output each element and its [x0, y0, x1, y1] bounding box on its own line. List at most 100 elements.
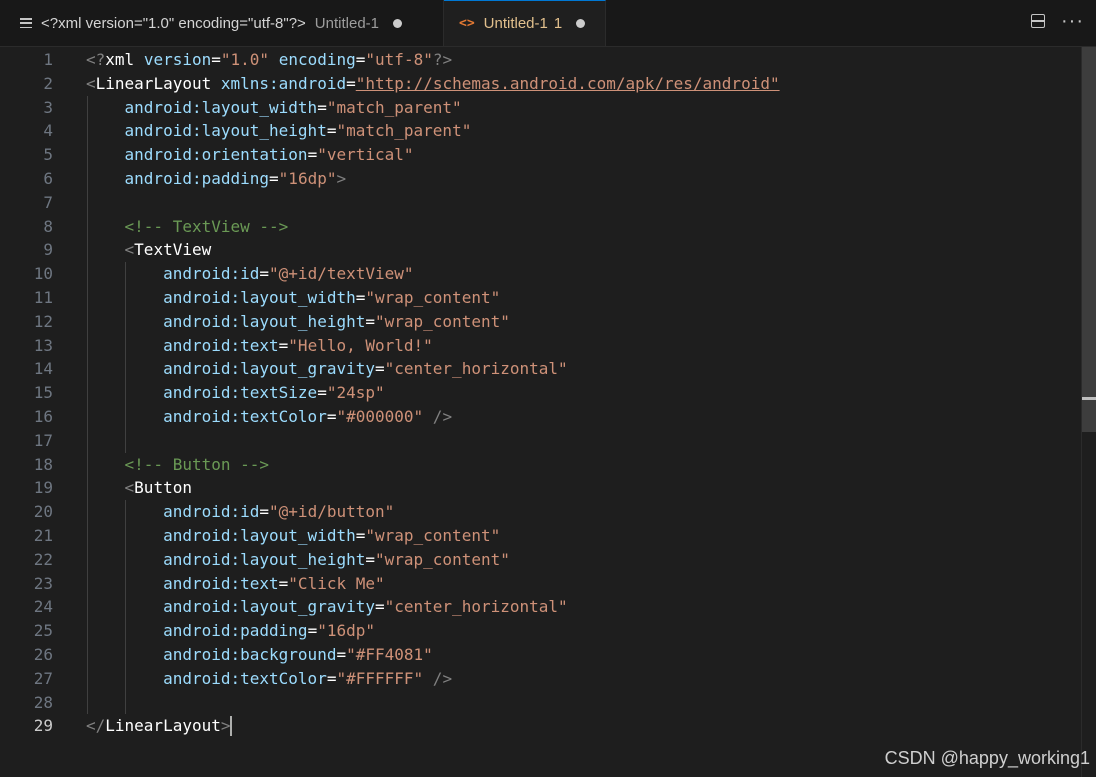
indent-guide [87, 95, 88, 715]
line-number: 19 [33, 478, 53, 498]
line-number: 12 [33, 311, 53, 331]
code-line[interactable]: 28 [0, 691, 1080, 715]
line-number: 3 [43, 97, 53, 117]
code-text: <TextView [124, 240, 212, 260]
code-line[interactable]: 5 android:orientation="vertical" [0, 143, 1080, 167]
code-text: <LinearLayout xmlns:android="http://sche… [86, 73, 780, 93]
code-line[interactable]: 12 android:layout_height="wrap_content" [0, 310, 1080, 334]
code-line[interactable]: 10 android:id="@+id/textView" [0, 262, 1080, 286]
tab-description: Untitled-1 [314, 14, 379, 32]
line-number: 18 [33, 454, 53, 474]
code-text: android:id="@+id/button" [163, 502, 395, 522]
line-number: 4 [43, 121, 53, 141]
line-number: 8 [43, 216, 53, 236]
line-number: 17 [33, 430, 53, 450]
code-line[interactable]: 17 [0, 429, 1080, 453]
code-line[interactable]: 18 <!-- Button --> [0, 453, 1080, 477]
code-text: android:layout_height="match_parent" [124, 121, 472, 141]
tab-label: <?xml version="1.0" encoding="utf-8"?> [41, 14, 306, 32]
code-line[interactable]: 14 android:layout_gravity="center_horizo… [0, 357, 1080, 381]
code-text: android:layout_gravity="center_horizonta… [163, 597, 568, 617]
code-text: android:id="@+id/textView" [163, 264, 414, 284]
code-line[interactable]: 15 android:textSize="24sp" [0, 381, 1080, 405]
line-number: 25 [33, 621, 53, 641]
tab-untitled-1[interactable]: <> Untitled-1 1 [444, 0, 606, 46]
unsaved-dot-icon[interactable] [393, 18, 402, 28]
unsaved-dot-icon[interactable] [576, 19, 586, 28]
code-line[interactable]: 9 <TextView [0, 238, 1080, 262]
scrollbar-thumb[interactable] [1082, 47, 1096, 432]
line-number: 5 [43, 145, 53, 165]
line-number: 26 [33, 645, 53, 664]
tab-label: Untitled-1 [483, 15, 548, 32]
code-text: android:layout_height="wrap_content" [163, 549, 510, 569]
code-line[interactable]: 22 android:layout_height="wrap_content" [0, 548, 1080, 572]
code-text: android:layout_width="wrap_content" [163, 288, 501, 307]
line-number: 15 [33, 383, 53, 403]
indent-guide [125, 262, 126, 453]
editor-actions: ··· [1031, 11, 1084, 31]
code-line[interactable]: 3 android:layout_width="match_parent" [0, 96, 1080, 120]
code-text: <?xml version="1.0" encoding="utf-8"?> [86, 50, 453, 69]
xml-icon: <> [459, 16, 475, 31]
problems-count-badge: 1 [553, 15, 563, 32]
code-text: android:orientation="vertical" [124, 145, 414, 165]
code-line[interactable]: 21 android:layout_width="wrap_content" [0, 524, 1080, 548]
line-number: 10 [33, 264, 53, 284]
more-actions-icon[interactable]: ··· [1061, 11, 1084, 31]
line-number: 9 [43, 240, 53, 260]
indent-guide [125, 500, 126, 715]
code-line[interactable]: 26 android:background="#FF4081" [0, 643, 1080, 667]
line-number: 11 [33, 288, 53, 307]
vertical-scrollbar[interactable] [1081, 47, 1096, 777]
code-text: android:layout_width="wrap_content" [163, 526, 501, 545]
code-editor[interactable]: 1 <?xml version="1.0" encoding="utf-8"?> 2… [0, 47, 1096, 777]
watermark: CSDN @happy_working1 [884, 748, 1090, 768]
code-text: android:padding="16dp" [163, 621, 375, 641]
code-text: <!-- Button --> [124, 454, 270, 474]
tab-xml-declaration[interactable]: <?xml version="1.0" encoding="utf-8"?> U… [0, 0, 444, 46]
code-line[interactable]: 11 android:layout_width="wrap_content" [0, 286, 1080, 310]
code-line[interactable]: 13 android:text="Hello, World!" [0, 334, 1080, 358]
code-line[interactable]: 6 android:padding="16dp"> [0, 167, 1080, 191]
line-number: 24 [33, 597, 53, 617]
code-text: android:text="Hello, World!" [163, 335, 433, 355]
code-line[interactable]: 1 <?xml version="1.0" encoding="utf-8"?> [0, 48, 1080, 72]
line-number: 13 [33, 335, 53, 355]
line-number: 20 [33, 502, 53, 522]
code-line[interactable]: 24 android:layout_gravity="center_horizo… [0, 595, 1080, 619]
line-number: 29 [33, 716, 53, 736]
text-cursor [230, 716, 233, 737]
code-text: android:text="Click Me" [163, 573, 385, 593]
line-number: 22 [33, 549, 53, 569]
code-text: android:textColor="#000000" /> [163, 407, 453, 426]
code-line[interactable]: 20 android:id="@+id/button" [0, 500, 1080, 524]
code-text: android:padding="16dp"> [124, 169, 347, 188]
code-text: android:background="#FF4081" [163, 645, 433, 664]
line-number: 2 [43, 73, 53, 93]
code-line[interactable]: 2 <LinearLayout xmlns:android="http://sch… [0, 72, 1080, 96]
code-text: android:textColor="#FFFFFF" /> [163, 668, 453, 688]
code-text: <!-- TextView --> [124, 216, 289, 236]
code-line[interactable]: 27 android:textColor="#FFFFFF" /> [0, 667, 1080, 691]
code-line[interactable]: 7 [0, 191, 1080, 215]
code-text: android:layout_gravity="center_horizonta… [163, 359, 568, 379]
line-number: 6 [43, 169, 53, 188]
code-line[interactable]: 8 <!-- TextView --> [0, 215, 1080, 239]
code-line[interactable]: 19 <Button [0, 476, 1080, 500]
lines-icon [20, 17, 32, 29]
code-text: android:layout_height="wrap_content" [163, 311, 510, 331]
code-line[interactable]: 16 android:textColor="#000000" /> [0, 405, 1080, 429]
code-text: android:textSize="24sp" [163, 383, 385, 403]
line-number: 23 [33, 573, 53, 593]
code-line[interactable]: 23 android:text="Click Me" [0, 572, 1080, 596]
code-line[interactable]: 4 android:layout_height="match_parent" [0, 119, 1080, 143]
line-number: 21 [33, 526, 53, 545]
line-number: 1 [43, 50, 53, 69]
code-text: android:layout_width="match_parent" [124, 97, 462, 117]
split-editor-icon[interactable] [1031, 14, 1046, 28]
tab-bar: <?xml version="1.0" encoding="utf-8"?> U… [0, 0, 1096, 47]
line-number: 28 [33, 692, 53, 712]
code-line[interactable]: 25 android:padding="16dp" [0, 619, 1080, 643]
code-line[interactable]: 29 </LinearLayout> [0, 714, 1080, 738]
